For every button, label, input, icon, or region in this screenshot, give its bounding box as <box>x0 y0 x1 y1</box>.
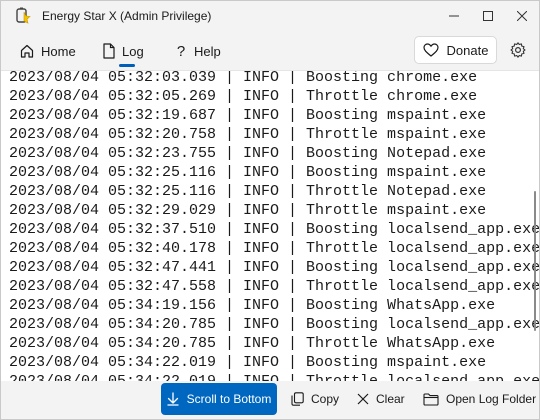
app-logo-icon <box>14 7 32 25</box>
open-log-folder-label: Open Log Folder <box>446 392 537 406</box>
log-view[interactable]: 2023/08/04 05:32:03.039 | INFO | Boostin… <box>1 70 539 382</box>
log-entry: 2023/08/04 05:32:20.758 | INFO | Throttl… <box>9 126 487 143</box>
log-entry: 2023/08/04 05:34:20.785 | INFO | Boostin… <box>9 316 539 333</box>
log-entry: 2023/08/04 05:32:29.029 | INFO | Throttl… <box>9 202 487 219</box>
folder-icon <box>423 392 439 406</box>
copy-label: Copy <box>311 392 340 406</box>
maximize-icon <box>483 11 493 21</box>
log-list: 2023/08/04 05:32:03.039 | INFO | Boostin… <box>9 70 539 382</box>
close-button[interactable] <box>505 1 539 31</box>
log-entry: 2023/08/04 05:32:47.558 | INFO | Throttl… <box>9 278 539 295</box>
document-icon <box>103 43 115 59</box>
open-log-folder-button[interactable]: Open Log Folder <box>423 383 536 415</box>
app-window: Energy Star X (Admin Privilege) Home Log <box>0 0 540 420</box>
nav-log-tab[interactable]: Log <box>102 37 144 65</box>
arrow-down-icon <box>166 392 179 406</box>
log-entry: 2023/08/04 05:32:05.269 | INFO | Throttl… <box>9 88 478 105</box>
copy-icon <box>291 392 304 406</box>
scroll-to-bottom-label: Scroll to Bottom <box>186 392 272 406</box>
gear-icon <box>510 42 526 58</box>
bottom-toolbar: Scroll to Bottom Copy Clear Open Log Fol… <box>1 381 539 419</box>
clear-x-icon <box>357 393 369 405</box>
active-tab-indicator <box>119 64 135 67</box>
log-entry: 2023/08/04 05:32:40.178 | INFO | Throttl… <box>9 240 539 257</box>
close-icon <box>517 11 527 21</box>
log-entry: 2023/08/04 05:32:03.039 | INFO | Boostin… <box>9 70 478 86</box>
donate-label: Donate <box>446 42 489 58</box>
nav-help-label: Help <box>194 43 221 59</box>
log-entry: 2023/08/04 05:32:25.116 | INFO | Throttl… <box>9 183 487 200</box>
minimize-button[interactable] <box>437 1 471 31</box>
log-entry: 2023/08/04 05:34:22.019 | INFO | Boostin… <box>9 354 487 371</box>
window-title: Energy Star X (Admin Privilege) <box>42 9 212 23</box>
log-entry: 2023/08/04 05:34:20.785 | INFO | Throttl… <box>9 335 496 352</box>
log-entry: 2023/08/04 05:32:47.441 | INFO | Boostin… <box>9 259 539 276</box>
log-entry: 2023/08/04 05:32:25.116 | INFO | Boostin… <box>9 164 487 181</box>
log-entry: 2023/08/04 05:32:23.755 | INFO | Boostin… <box>9 145 487 162</box>
log-entry: 2023/08/04 05:32:37.510 | INFO | Boostin… <box>9 221 539 238</box>
clear-label: Clear <box>376 392 405 406</box>
donate-button[interactable]: Donate <box>414 36 497 64</box>
log-entry: 2023/08/04 05:32:19.687 | INFO | Boostin… <box>9 107 487 124</box>
nav-home-tab[interactable]: Home <box>19 37 76 65</box>
maximize-button[interactable] <box>471 1 505 31</box>
clear-button[interactable]: Clear <box>357 383 405 415</box>
nav-log-label: Log <box>122 43 144 59</box>
heart-icon <box>422 43 439 57</box>
minimize-icon <box>449 15 459 17</box>
question-mark-icon: ? <box>176 42 186 60</box>
copy-button[interactable]: Copy <box>291 383 339 415</box>
nav-help-tab[interactable]: ? Help <box>174 37 221 65</box>
title-bar: Energy Star X (Admin Privilege) <box>1 1 539 31</box>
log-entry: 2023/08/04 05:34:19.156 | INFO | Boostin… <box>9 297 496 314</box>
log-scrollbar[interactable] <box>534 191 536 331</box>
nav-home-label: Home <box>41 43 76 59</box>
scroll-to-bottom-button[interactable]: Scroll to Bottom <box>161 383 277 415</box>
home-icon <box>20 44 34 58</box>
settings-button[interactable] <box>509 41 527 59</box>
